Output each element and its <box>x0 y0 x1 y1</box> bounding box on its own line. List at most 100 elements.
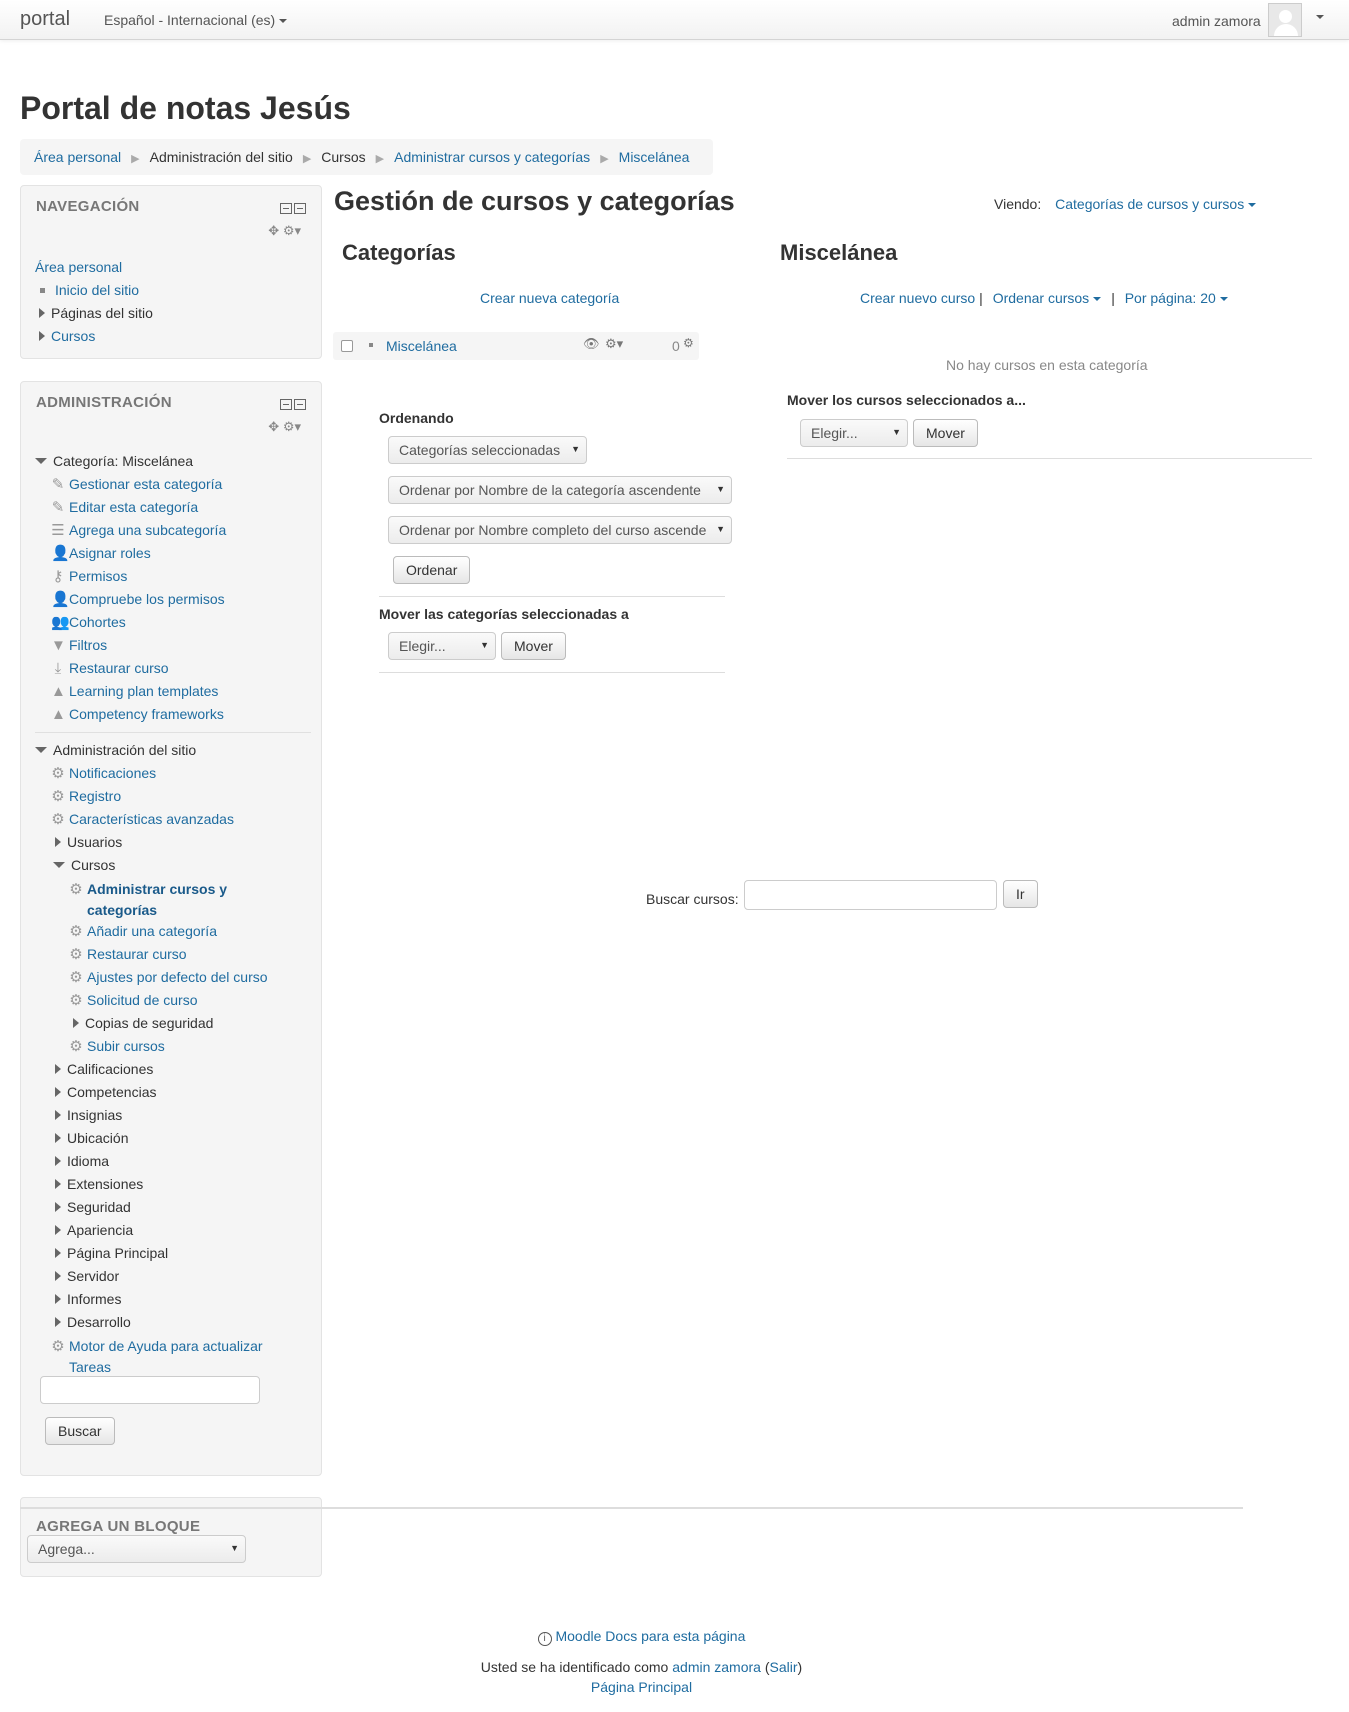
sort-courses-dropdown[interactable]: Ordenar cursos <box>993 290 1102 306</box>
category-checkbox[interactable] <box>341 340 353 352</box>
language-menu[interactable]: Español - Internacional (es) <box>104 12 288 28</box>
home-link[interactable]: Página Principal <box>591 1679 692 1695</box>
category-node[interactable]: Categoría: Miscelánea <box>53 453 193 469</box>
admin-anadir-categoria[interactable]: Añadir una categoría <box>87 923 217 939</box>
logged-user-link[interactable]: admin zamora <box>672 1659 761 1675</box>
gear-icon[interactable]: ⚙▾ <box>283 223 301 238</box>
admin-competencias[interactable]: Competencias <box>67 1084 157 1100</box>
admin-search-button[interactable]: Buscar <box>45 1417 115 1445</box>
admin-seguridad[interactable]: Seguridad <box>67 1199 131 1215</box>
eye-icon[interactable]: 👁 <box>583 336 600 352</box>
avatar[interactable] <box>1268 3 1302 37</box>
admin-administrar-cursos[interactable]: Administrar cursos y categorías <box>69 881 227 918</box>
viewing-dropdown[interactable]: Categorías de cursos y cursos <box>1055 196 1257 212</box>
admin-idioma[interactable]: Idioma <box>67 1153 109 1169</box>
sort-courses-select[interactable]: Ordenar por Nombre completo del curso as… <box>388 516 732 544</box>
dock-icon[interactable] <box>294 203 306 214</box>
admin-subir-cursos[interactable]: Subir cursos <box>87 1038 165 1054</box>
expand-arrow-icon[interactable] <box>55 1064 61 1074</box>
move-courses-button[interactable]: Mover <box>913 419 978 447</box>
collapse-icon[interactable] <box>280 203 292 214</box>
admin-informes[interactable]: Informes <box>67 1291 121 1307</box>
breadcrumb-administrar-cursos[interactable]: Administrar cursos y categorías <box>394 149 590 165</box>
admin-notificaciones[interactable]: Notificaciones <box>69 765 156 781</box>
collapse-arrow-icon[interactable] <box>35 747 47 754</box>
admin-filtros[interactable]: Filtros <box>69 637 107 653</box>
admin-ajustes-defecto[interactable]: Ajustes por defecto del curso <box>87 969 268 985</box>
admin-caracteristicas[interactable]: Características avanzadas <box>69 811 234 827</box>
admin-apariencia[interactable]: Apariencia <box>67 1222 133 1238</box>
logout-link[interactable]: Salir <box>770 1659 798 1675</box>
nav-inicio-sitio[interactable]: Inicio del sitio <box>55 282 139 298</box>
admin-extensiones[interactable]: Extensiones <box>67 1176 143 1192</box>
breadcrumb-area-personal[interactable]: Área personal <box>34 149 121 165</box>
sort-categories-select[interactable]: Ordenar por Nombre de la categoría ascen… <box>388 476 732 504</box>
per-page-dropdown[interactable]: Por página: 20 <box>1125 290 1228 306</box>
expand-arrow-icon[interactable] <box>55 837 61 847</box>
admin-ubicacion[interactable]: Ubicación <box>67 1130 128 1146</box>
add-block-select[interactable]: Agrega... <box>27 1535 246 1563</box>
nav-paginas-sitio[interactable]: Páginas del sitio <box>51 305 153 321</box>
move-categories-select[interactable]: Elegir... <box>388 632 496 660</box>
admin-calificaciones[interactable]: Calificaciones <box>67 1061 153 1077</box>
admin-editar-categoria[interactable]: Editar esta categoría <box>69 499 198 515</box>
breadcrumb-miscelanea[interactable]: Miscelánea <box>619 149 690 165</box>
search-courses-input[interactable] <box>744 880 997 910</box>
admin-cursos[interactable]: Cursos <box>71 857 115 873</box>
admin-competency[interactable]: Competency frameworks <box>69 706 224 722</box>
admin-compruebe-permisos[interactable]: Compruebe los permisos <box>69 591 225 607</box>
admin-asignar-roles[interactable]: Asignar roles <box>69 545 151 561</box>
expand-arrow-icon[interactable] <box>55 1133 61 1143</box>
collapse-icon[interactable] <box>280 399 292 410</box>
admin-restaurar-curso-2[interactable]: Restaurar curso <box>87 946 187 962</box>
move-courses-select[interactable]: Elegir... <box>800 419 908 447</box>
admin-servidor[interactable]: Servidor <box>67 1268 119 1284</box>
move-icon[interactable]: ✥ <box>268 419 279 434</box>
search-courses-button[interactable]: Ir <box>1003 880 1038 908</box>
admin-permisos[interactable]: Permisos <box>69 568 127 584</box>
expand-arrow-icon[interactable] <box>55 1202 61 1212</box>
brand-link[interactable]: portal <box>20 8 70 31</box>
admin-pagina-principal[interactable]: Página Principal <box>67 1245 168 1261</box>
expand-arrow-icon[interactable] <box>73 1018 79 1028</box>
expand-arrow-icon[interactable] <box>55 1225 61 1235</box>
category-row[interactable]: Miscelánea 👁 ⚙▾ 0 ⚙ <box>333 332 699 360</box>
admin-copias-seguridad[interactable]: Copias de seguridad <box>85 1015 213 1031</box>
user-name[interactable]: admin zamora <box>1172 13 1261 29</box>
expand-arrow-icon[interactable] <box>39 331 45 341</box>
admin-solicitud-curso[interactable]: Solicitud de curso <box>87 992 198 1008</box>
nav-cursos[interactable]: Cursos <box>51 328 95 344</box>
nav-area-personal[interactable]: Área personal <box>35 259 122 275</box>
collapse-arrow-icon[interactable] <box>35 458 47 465</box>
expand-arrow-icon[interactable] <box>55 1271 61 1281</box>
expand-arrow-icon[interactable] <box>39 308 45 318</box>
admin-gestionar-categoria[interactable]: Gestionar esta categoría <box>69 476 222 492</box>
moodle-docs-link[interactable]: Moodle Docs para esta página <box>555 1628 745 1644</box>
expand-arrow-icon[interactable] <box>55 1087 61 1097</box>
create-course-link[interactable]: Crear nuevo curso <box>860 290 975 306</box>
create-category-link[interactable]: Crear nueva categoría <box>480 290 619 306</box>
collapse-arrow-icon[interactable] <box>53 862 65 869</box>
admin-insignias[interactable]: Insignias <box>67 1107 122 1123</box>
gear-icon[interactable]: ⚙▾ <box>605 336 623 352</box>
gear-icon[interactable]: ⚙▾ <box>283 419 301 434</box>
admin-learning-plan[interactable]: Learning plan templates <box>69 683 218 699</box>
expand-arrow-icon[interactable] <box>55 1110 61 1120</box>
admin-desarrollo[interactable]: Desarrollo <box>67 1314 131 1330</box>
expand-arrow-icon[interactable] <box>55 1156 61 1166</box>
move-categories-button[interactable]: Mover <box>501 632 566 660</box>
dock-icon[interactable] <box>294 399 306 410</box>
expand-arrow-icon[interactable] <box>55 1294 61 1304</box>
admin-motor-ayuda[interactable]: Motor de Ayuda para actualizar Tareas <box>51 1338 263 1375</box>
site-admin-node[interactable]: Administración del sitio <box>53 742 196 758</box>
expand-arrow-icon[interactable] <box>55 1179 61 1189</box>
expand-arrow-icon[interactable] <box>55 1317 61 1327</box>
admin-search-input[interactable] <box>40 1376 260 1404</box>
admin-agrega-subcategoria[interactable]: Agrega una subcategoría <box>69 522 226 538</box>
category-name-link[interactable]: Miscelánea <box>386 338 457 354</box>
move-icon[interactable]: ✥ <box>268 223 279 238</box>
admin-restaurar-curso[interactable]: Restaurar curso <box>69 660 169 676</box>
expand-arrow-icon[interactable] <box>55 1248 61 1258</box>
admin-usuarios[interactable]: Usuarios <box>67 834 122 850</box>
user-menu-chevron-icon[interactable] <box>1316 15 1324 19</box>
